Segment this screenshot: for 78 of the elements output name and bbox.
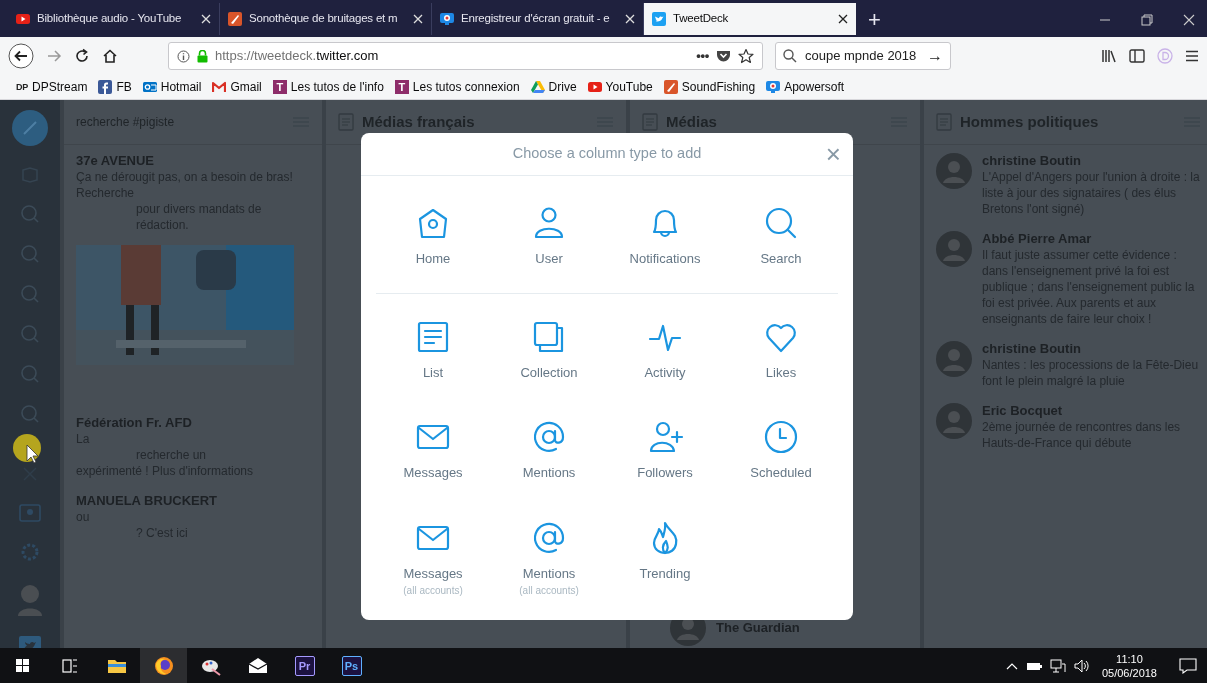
column-type-option[interactable]: Trending [607, 518, 723, 583]
recorder-icon [766, 80, 781, 94]
more-actions-button[interactable]: ••• [696, 46, 709, 66]
clock-date[interactable]: 05/06/2018 [1101, 665, 1157, 680]
app-icon[interactable]: Ps [341, 655, 362, 676]
bird-icon [652, 12, 666, 26]
clock-icon [762, 418, 800, 456]
app-icon[interactable]: Pr [294, 655, 315, 676]
forward-icon[interactable] [46, 48, 62, 64]
network-icon[interactable] [1049, 658, 1066, 673]
address-bar[interactable]: https://tweetdeck.twitter.com ••• [168, 42, 763, 70]
bookmark-link[interactable]: T Les tutos de l'info [272, 78, 384, 96]
facebook-icon [98, 80, 113, 94]
letter-logo-icon: T [394, 80, 409, 94]
tab-title: Sonothèque de bruitages et m [249, 11, 399, 27]
mail-app-icon [142, 80, 157, 94]
column-type-option[interactable]: Messages [375, 418, 491, 483]
restore-icon[interactable] [1141, 14, 1153, 26]
recorder-icon [440, 12, 454, 26]
tab-title: Enregistreur d'écran gratuit - e [461, 11, 611, 27]
column-type-option[interactable]: Activity [607, 317, 723, 382]
clock-time[interactable]: 11:10 [1116, 651, 1143, 666]
modal-title: Choose a column type to add [512, 144, 702, 164]
triangle-icon [530, 80, 545, 94]
reload-icon[interactable] [74, 48, 90, 64]
brush-icon [663, 80, 678, 94]
column-type-option[interactable]: Home [375, 204, 491, 269]
close-icon[interactable] [838, 14, 848, 24]
brush-icon [228, 12, 242, 26]
close-button[interactable]: × [825, 141, 841, 167]
home-icon[interactable] [102, 48, 118, 64]
tab-title: TweetDeck [673, 11, 730, 27]
envelope-m-icon [212, 80, 227, 94]
url-text: https://tweetdeck.twitter.com [215, 47, 379, 66]
search-query: coupe mpnde 2018 [804, 47, 918, 66]
bookmark-link[interactable]: DP DPStream [16, 78, 88, 96]
letter-logo-icon: T [272, 80, 287, 94]
column-type-option[interactable]: Mentions (all accounts) [491, 518, 607, 598]
column-type-option[interactable]: Scheduled [723, 418, 839, 483]
lock-icon [197, 49, 208, 63]
fox-globe-icon[interactable] [152, 654, 175, 677]
play-icon [16, 12, 30, 26]
new-tab-button[interactable]: + [868, 9, 881, 31]
compose-icon[interactable] [12, 110, 48, 146]
column-type-option[interactable]: Followers [607, 418, 723, 483]
column-type-option[interactable]: List [375, 317, 491, 382]
bookmark-link[interactable]: Drive [530, 78, 577, 96]
search-icon [783, 49, 797, 63]
pocket-icon[interactable] [716, 49, 731, 63]
go-button[interactable]: → [927, 48, 943, 64]
bookmark-link[interactable]: FB [98, 78, 132, 96]
menu-icon[interactable] [1185, 50, 1199, 62]
dp-logo-icon: DP [16, 82, 29, 92]
info-icon[interactable] [177, 49, 190, 63]
play-icon [587, 80, 602, 94]
notifications-icon[interactable] [1179, 657, 1197, 674]
column-type-option[interactable]: Likes [723, 317, 839, 382]
bookmark-link[interactable]: T Les tutos connexion [394, 78, 520, 96]
column-type-option[interactable]: Search [723, 204, 839, 269]
back-icon[interactable] [8, 43, 34, 69]
chevron-up-icon[interactable] [1005, 661, 1018, 670]
column-type-option[interactable]: Mentions [491, 418, 607, 483]
bookmark-link[interactable]: Hotmail [142, 78, 202, 96]
library-icon[interactable] [1101, 49, 1117, 63]
column-type-option[interactable]: Collection [491, 317, 607, 382]
star-icon[interactable] [738, 48, 754, 64]
bookmark-link[interactable]: SoundFishing [663, 78, 756, 96]
column-type-option[interactable]: Messages (all accounts) [375, 518, 491, 598]
column-type-option[interactable]: Notifications [607, 204, 723, 269]
bookmark-link[interactable]: YouTube [587, 78, 653, 96]
column-type-option[interactable]: User [491, 204, 607, 269]
search-field[interactable]: coupe mpnde 2018 → [775, 42, 951, 70]
speaker-icon[interactable] [1073, 658, 1090, 673]
tab-title: Bibliothèque audio - YouTube [37, 11, 183, 27]
browser-tab[interactable]: TweetDeck [644, 3, 856, 35]
sidebar-icon[interactable] [1129, 49, 1145, 63]
bookmark-link[interactable]: Apowersoft [766, 78, 845, 96]
bookmark-link[interactable]: Gmail [212, 78, 262, 96]
